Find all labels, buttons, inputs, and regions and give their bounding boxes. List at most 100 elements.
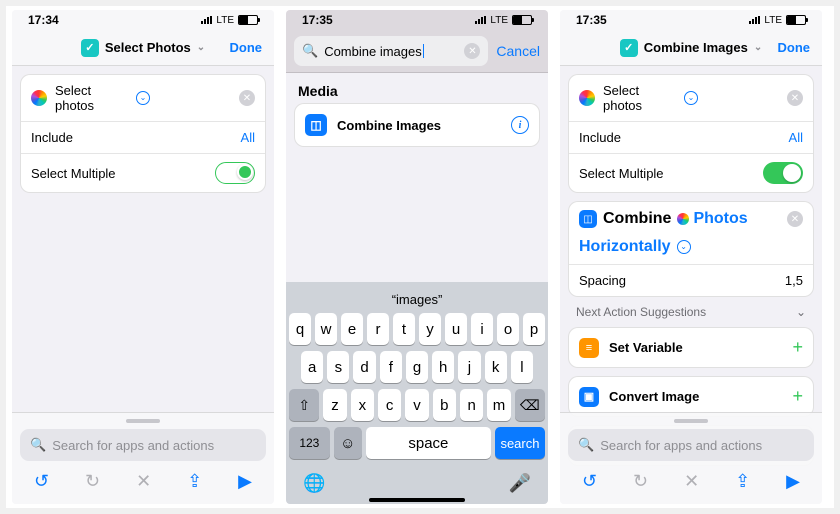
screen-1: 17:34 LTE ✓ Select Photos ⌄ Done Select …	[12, 10, 274, 504]
search-icon: 🔍	[302, 43, 318, 59]
spacing-label: Spacing	[579, 273, 777, 288]
key-g[interactable]: g	[406, 351, 428, 383]
chevron-down-icon[interactable]: ⌄	[796, 305, 806, 319]
combine-mode-token[interactable]: Horizontally	[579, 238, 671, 256]
signal-icon	[749, 16, 760, 24]
drag-handle[interactable]	[674, 419, 708, 423]
kb-row-4: 123 ☺ space search	[289, 427, 545, 459]
done-button[interactable]: Done	[778, 30, 811, 65]
globe-icon[interactable]: 🌐	[303, 473, 325, 494]
include-value[interactable]: All	[241, 130, 255, 145]
suggestion-set-variable[interactable]: ≡ Set Variable +	[568, 327, 814, 368]
key-space[interactable]: space	[366, 427, 491, 459]
remove-action-icon[interactable]: ✕	[787, 211, 803, 227]
redo-icon: ↻	[85, 471, 100, 492]
combine-images-result[interactable]: ◫ Combine Images i	[294, 103, 540, 147]
key-y[interactable]: y	[419, 313, 441, 345]
key-l[interactable]: l	[511, 351, 533, 383]
chevron-down-icon[interactable]: ⌄	[754, 42, 762, 53]
search-placeholder: Search for apps and actions	[52, 438, 214, 453]
select-multiple-toggle[interactable]	[215, 162, 255, 184]
shortcut-app-icon: ✓	[81, 39, 99, 57]
key-q[interactable]: q	[289, 313, 311, 345]
expand-icon[interactable]: ⌄	[677, 240, 691, 254]
spacing-value[interactable]: 1,5	[785, 273, 803, 288]
add-icon[interactable]: +	[792, 337, 803, 358]
cancel-button[interactable]: Cancel	[496, 43, 540, 59]
expand-icon[interactable]: ⌄	[136, 91, 150, 105]
key-s[interactable]: s	[327, 351, 349, 383]
share-icon[interactable]: ⇪	[735, 471, 750, 492]
key-search[interactable]: search	[495, 427, 545, 459]
action-search[interactable]: 🔍 Search for apps and actions	[568, 429, 814, 461]
key-h[interactable]: h	[432, 351, 454, 383]
keyboard[interactable]: “images” q w e r t y u i o p a s d f g h	[286, 282, 548, 504]
home-indicator[interactable]	[369, 498, 465, 502]
key-i[interactable]: i	[471, 313, 493, 345]
key-v[interactable]: v	[405, 389, 428, 421]
clear-search-icon[interactable]: ✕	[464, 43, 480, 59]
key-shift[interactable]: ⇧	[289, 389, 319, 421]
shortcut-app-icon: ✓	[620, 39, 638, 57]
done-button[interactable]: Done	[230, 30, 263, 65]
key-p[interactable]: p	[523, 313, 545, 345]
undo-icon[interactable]: ↺	[34, 471, 49, 492]
search-field[interactable]: 🔍 Combine images ✕	[294, 36, 488, 66]
key-c[interactable]: c	[378, 389, 401, 421]
info-icon[interactable]: i	[511, 116, 529, 134]
add-icon[interactable]: +	[792, 386, 803, 407]
key-o[interactable]: o	[497, 313, 519, 345]
photos-app-icon	[677, 213, 689, 225]
key-u[interactable]: u	[445, 313, 467, 345]
status-time: 17:35	[302, 13, 475, 27]
set-variable-icon: ≡	[579, 338, 599, 358]
keyboard-suggestion-bar[interactable]: “images”	[289, 286, 545, 313]
remove-action-icon[interactable]: ✕	[787, 90, 803, 106]
suggestion-convert-image[interactable]: ▣ Convert Image +	[568, 376, 814, 417]
key-r[interactable]: r	[367, 313, 389, 345]
page-title: Combine Images	[644, 40, 748, 55]
remove-action-icon[interactable]: ✕	[239, 90, 255, 106]
expand-icon[interactable]: ⌄	[684, 91, 698, 105]
status-bar: 17:35 LTE	[560, 10, 822, 30]
key-b[interactable]: b	[433, 389, 456, 421]
signal-icon	[475, 16, 486, 24]
mic-icon[interactable]: 🎤	[509, 473, 531, 494]
key-t[interactable]: t	[393, 313, 415, 345]
key-k[interactable]: k	[485, 351, 507, 383]
key-d[interactable]: d	[353, 351, 375, 383]
key-e[interactable]: e	[341, 313, 363, 345]
key-x[interactable]: x	[351, 389, 374, 421]
key-a[interactable]: a	[301, 351, 323, 383]
search-icon: 🔍	[578, 437, 594, 453]
network-label: LTE	[764, 15, 782, 26]
key-123[interactable]: 123	[289, 427, 330, 459]
key-w[interactable]: w	[315, 313, 337, 345]
delete-icon: ✕	[684, 471, 699, 492]
combine-input-token[interactable]: Photos	[677, 210, 747, 228]
key-backspace[interactable]: ⌫	[515, 389, 545, 421]
select-multiple-toggle[interactable]	[763, 162, 803, 184]
undo-icon[interactable]: ↺	[582, 471, 597, 492]
action-label: Combine Images	[337, 118, 501, 133]
chevron-down-icon[interactable]: ⌄	[197, 42, 205, 53]
run-icon[interactable]: ▶	[238, 471, 252, 492]
search-text: Combine images	[324, 44, 458, 59]
run-icon[interactable]: ▶	[786, 471, 800, 492]
combine-verb: Combine	[603, 210, 671, 228]
kb-suggestion[interactable]: “images”	[392, 292, 443, 307]
card-title: Select photos	[603, 83, 676, 113]
battery-icon	[512, 15, 532, 25]
key-m[interactable]: m	[487, 389, 510, 421]
network-label: LTE	[216, 15, 234, 26]
key-emoji[interactable]: ☺	[334, 427, 362, 459]
action-search[interactable]: 🔍 Search for apps and actions	[20, 429, 266, 461]
key-f[interactable]: f	[380, 351, 402, 383]
select-multiple-label: Select Multiple	[31, 166, 207, 181]
key-n[interactable]: n	[460, 389, 483, 421]
include-value[interactable]: All	[789, 130, 803, 145]
share-icon[interactable]: ⇪	[187, 471, 202, 492]
drag-handle[interactable]	[126, 419, 160, 423]
key-z[interactable]: z	[323, 389, 346, 421]
key-j[interactable]: j	[458, 351, 480, 383]
